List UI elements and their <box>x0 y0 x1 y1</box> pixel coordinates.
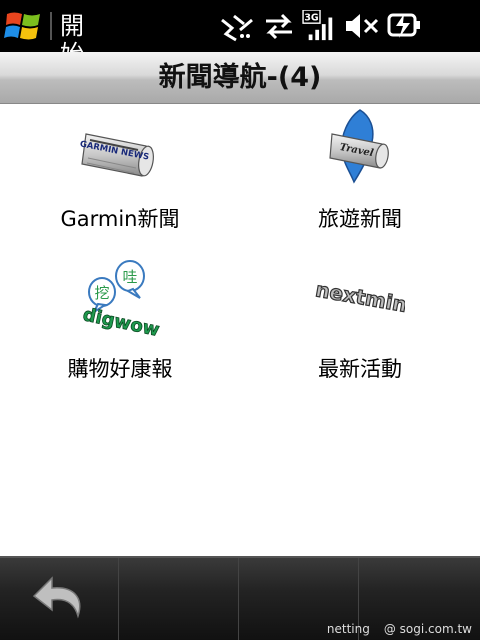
menu-item-label: 購物好康報 <box>67 357 173 381</box>
bottom-softkey-bar: netting @ sogi.com.tw <box>0 556 480 640</box>
windows-logo-icon <box>4 12 40 40</box>
connectivity-icon[interactable] <box>218 10 256 42</box>
shopping-bubble-text-2: 哇 <box>122 268 137 286</box>
latest-events-icon: nextmin <box>315 277 405 318</box>
menu-item-label: Garmin新聞 <box>60 207 180 231</box>
status-bar: 開始 3G <box>0 0 480 68</box>
shopping-deals-icon: 挖 哇 digwow <box>81 260 162 338</box>
menu-item-shopping-deals[interactable]: 挖 哇 digwow 購物好康報 <box>0 254 240 404</box>
nextmin-logo-text: nextmin <box>315 277 405 317</box>
mute-speaker-icon[interactable] <box>344 10 380 42</box>
menu-item-latest-events[interactable]: nextmin 最新活動 <box>240 254 480 404</box>
3g-signal-icon[interactable]: 3G <box>302 10 338 42</box>
travel-news-icon: Travel <box>329 109 389 184</box>
watermark-credits: netting @ sogi.com.tw <box>313 622 472 636</box>
title-bar: 新聞導航-(4) <box>0 52 480 104</box>
credit-right: @ sogi.com.tw <box>383 622 472 636</box>
menu-item-label: 最新活動 <box>318 357 402 381</box>
credit-left: netting <box>326 622 370 636</box>
softkey-2[interactable] <box>120 558 239 640</box>
menu-item-travel-news[interactable]: Travel 旅遊新聞 <box>240 104 480 254</box>
battery-charging-icon[interactable] <box>386 10 424 42</box>
menu-item-garmin-news[interactable]: GARMIN NEWS Garmin新聞 <box>0 104 240 254</box>
back-arrow-icon <box>32 576 81 619</box>
page-title: 新聞導航-(4) <box>158 62 322 93</box>
status-divider <box>50 12 52 40</box>
news-menu-grid: GARMIN NEWS Garmin新聞 Travel 旅遊新聞 挖 哇 dig… <box>0 104 480 556</box>
menu-item-label: 旅遊新聞 <box>318 207 402 231</box>
digwow-logo-text: digwow <box>81 304 161 338</box>
sync-arrows-icon[interactable] <box>262 10 296 42</box>
back-button[interactable] <box>0 558 119 640</box>
garmin-news-icon: GARMIN NEWS <box>80 133 154 177</box>
shopping-bubble-text-1: 挖 <box>94 284 109 302</box>
3g-label: 3G <box>304 12 319 23</box>
